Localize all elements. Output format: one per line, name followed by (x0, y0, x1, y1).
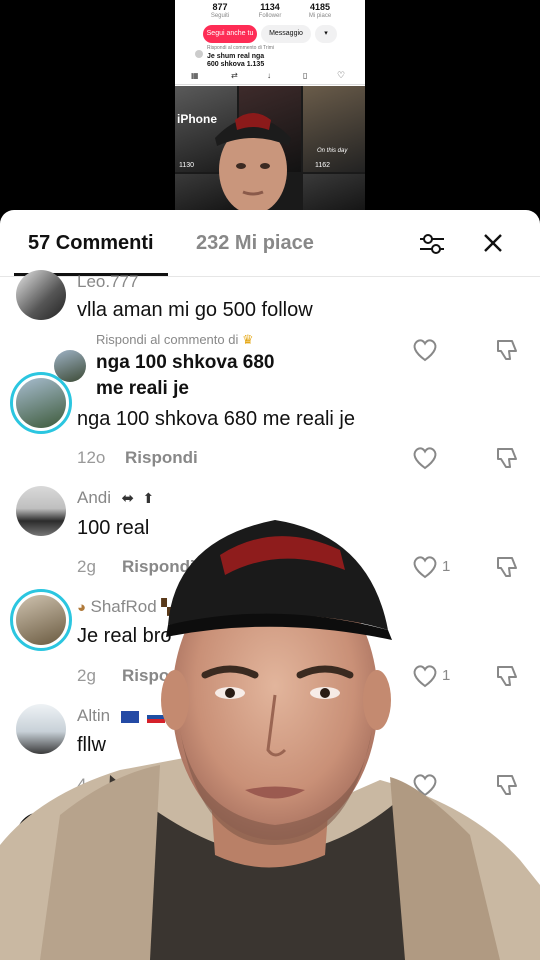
comment-text: vlla aman mi go 500 follow (77, 299, 313, 321)
reply-to-label: Rispondi al commento di Trimi (207, 45, 274, 51)
heart-icon[interactable] (412, 446, 438, 470)
repost-icon[interactable]: ⇄ (231, 71, 238, 80)
comment-text: nga 100 shkova 680 me reali je (77, 408, 355, 430)
grid-icon[interactable]: ▦ (191, 71, 199, 80)
stat-likes: 4185 Mi piace (290, 2, 350, 21)
heart-icon[interactable]: ♡ (337, 70, 345, 81)
comment-username-row: Andi ⬌ ⬆ (77, 488, 154, 508)
reply-to-label: Rispondi al commento di ♛ (96, 332, 254, 348)
crown-icon: ♛ (241, 332, 254, 347)
top-arrow-icon: ⬆ (142, 490, 155, 506)
comment-username[interactable]: Andi (77, 488, 111, 507)
reply-quote-line2: me reali je (96, 378, 189, 399)
profile-tab-row: ▦ ⇄ ↓ ▯ ♡ (175, 70, 365, 85)
reply-to-text: Rispondi al commento di (96, 332, 239, 347)
more-dropdown-button[interactable]: ▾ (315, 25, 337, 43)
caret-down-icon: ▾ (324, 30, 328, 37)
thumbnail-views: 1130 (179, 162, 195, 169)
streamer-face-overlay (0, 520, 540, 960)
sheet-tabs: 57 Commenti 232 Mi piace (0, 210, 540, 277)
avatar[interactable] (16, 270, 66, 320)
heart-icon[interactable] (412, 338, 438, 362)
bookmark-icon[interactable]: ▯ (303, 71, 307, 80)
profile-preview: 877 Seguiti 1134 Follower 4185 Mi piace … (175, 0, 365, 212)
comment-timestamp: 12o (77, 448, 106, 467)
quoted-comment: Je shum real nga 600 shkova 1.135 (207, 53, 265, 68)
thumbnail-views: 1162 (315, 162, 331, 169)
download-icon[interactable]: ↓ (267, 71, 271, 80)
stat-value: 4185 (309, 2, 331, 12)
follow-back-button[interactable]: Segui anche tu (203, 25, 257, 43)
on-arrows-icon: ⬌ (121, 490, 135, 507)
video-thumbnail[interactable]: On this day 1162 (303, 86, 365, 172)
message-button[interactable]: Messaggio (261, 25, 311, 43)
close-icon[interactable] (482, 232, 504, 254)
video-thumbnail[interactable] (303, 174, 365, 212)
thumbnail-title: On this day (317, 148, 348, 154)
streamer-face-preview (215, 113, 291, 212)
stat-label: Mi piace (308, 13, 332, 19)
comment-username[interactable]: Leo.777 (77, 272, 138, 292)
filter-icon[interactable] (418, 230, 446, 258)
reply-quote-line1: nga 100 shkova 680 (96, 352, 275, 373)
avatar[interactable] (16, 378, 66, 428)
tab-comments[interactable]: 57 Commenti (28, 232, 154, 255)
dislike-icon[interactable] (494, 337, 520, 363)
reply-prompt: Rispondi al commento di ♛ nga 100 shkova… (44, 328, 314, 418)
reply-button[interactable]: Rispondi (125, 448, 198, 468)
tab-likes[interactable]: 232 Mi piace (196, 232, 314, 255)
dislike-icon[interactable] (494, 445, 520, 471)
reply-avatar-icon (195, 50, 203, 58)
